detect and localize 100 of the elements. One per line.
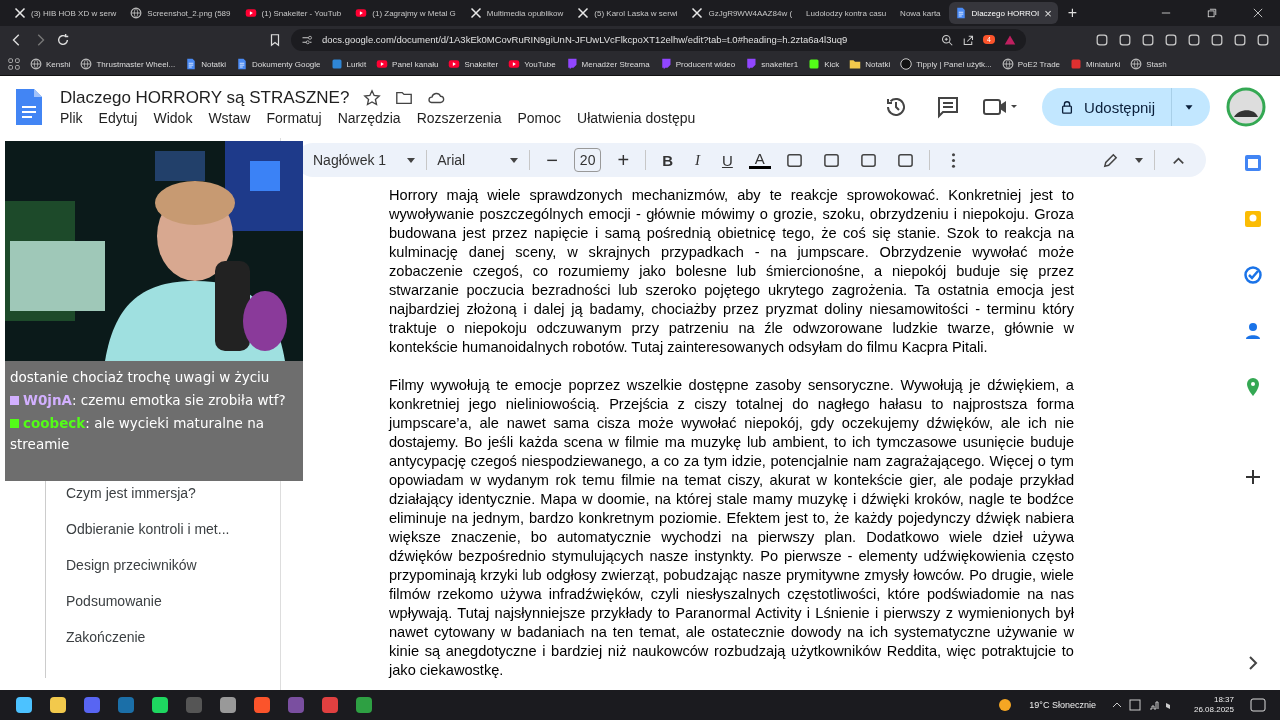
caret-icon[interactable] xyxy=(1134,155,1144,165)
chat-message: dostanie chociaż trochę uwagi w życiu xyxy=(10,368,271,387)
zoom-icon[interactable] xyxy=(941,33,954,46)
menu-item[interactable]: Narzędzia xyxy=(337,110,401,126)
outline-item[interactable]: Podsumowanie xyxy=(66,592,280,610)
italic-button[interactable]: I xyxy=(688,151,706,169)
bookmark[interactable]: PoE2 Trade xyxy=(1001,58,1061,70)
bookmark[interactable]: YouTube xyxy=(508,58,556,70)
app-icon[interactable] xyxy=(14,695,34,715)
url-text: docs.google.com/document/d/1A3kEk0MCovRuRIN9giUnN-JFUwLVcFlkcpoXT12elhw/edit?tab=t.0#heading=h.2zta6a4l3uq9 xyxy=(322,34,848,45)
menu-item[interactable]: Plik xyxy=(60,110,83,126)
browser-tab[interactable]: GzJgR9WW4AAZ84w ( xyxy=(685,2,799,24)
bookmark[interactable]: Panel kanału xyxy=(376,58,439,70)
settings-icon xyxy=(301,33,313,46)
browser-tab[interactable]: (1) Snakeiter - YouTub xyxy=(238,2,348,24)
menu-item[interactable]: Pomoc xyxy=(517,110,562,126)
browser-tab[interactable]: (5) Karol Laska w serwi xyxy=(571,2,684,24)
bookmark[interactable]: Snakeiter xyxy=(448,58,499,70)
bookmark[interactable]: Notatki xyxy=(849,58,891,70)
folder-icon[interactable] xyxy=(395,89,414,107)
bookmark[interactable]: Stash xyxy=(1130,58,1167,70)
browser-tab[interactable]: Dlaczego HORROI × xyxy=(948,2,1058,24)
close-icon[interactable] xyxy=(1253,8,1263,18)
app-icon[interactable] xyxy=(354,695,374,715)
bookmark[interactable]: Dokumenty Google xyxy=(236,58,321,70)
document-title[interactable]: Dlaczego HORRORY są STRASZNE? xyxy=(60,88,350,108)
clock-time[interactable]: 18:37 xyxy=(1213,695,1234,705)
square-icon xyxy=(330,58,343,70)
outline-item[interactable]: Odbieranie kontroli i met... xyxy=(66,520,280,538)
bookmark[interactable]: Producent wideo xyxy=(659,58,736,70)
bookmark[interactable]: Tipply | Panel użytk... xyxy=(900,58,992,70)
font-dropdown[interactable]: Arial xyxy=(437,152,520,168)
font-size-field[interactable]: 20 xyxy=(573,148,602,172)
bookmark[interactable]: Miniaturki xyxy=(1070,58,1121,70)
menu-item[interactable]: Rozszerzenia xyxy=(416,110,502,126)
reload-icon[interactable] xyxy=(56,32,70,47)
app-icon[interactable] xyxy=(252,695,272,715)
play-icon xyxy=(355,7,368,19)
apps-icon[interactable] xyxy=(8,58,20,70)
browser-tab[interactable]: (1) Zagrajmy w Metal G xyxy=(349,2,462,24)
chat-message: coobeck: ale wycieki maturalne na streamie xyxy=(10,414,266,454)
globe-icon xyxy=(130,7,143,19)
browser-tab[interactable]: Nowa karta xyxy=(894,2,947,24)
menu-item[interactable]: Widok xyxy=(153,110,193,126)
bold-button[interactable]: B xyxy=(656,151,679,169)
bookmark[interactable]: Kenshi xyxy=(30,58,71,70)
x-logo-icon xyxy=(469,7,482,19)
notification-icon[interactable] xyxy=(1248,695,1268,715)
app-icon[interactable] xyxy=(218,695,238,715)
bookmark[interactable]: Lurkit xyxy=(330,58,367,70)
browser-tab[interactable]: Multimedia opublikow xyxy=(463,2,570,24)
document-icon[interactable] xyxy=(14,87,44,127)
menu-item[interactable]: Ułatwienia dostępu xyxy=(577,110,696,126)
app-icon[interactable] xyxy=(150,695,170,715)
x-logo-icon xyxy=(14,7,26,19)
share-icon[interactable] xyxy=(962,33,975,46)
browser-tab[interactable]: (3) HIB HOB XD w serw xyxy=(8,2,123,24)
underline-button[interactable]: U xyxy=(715,151,739,169)
text-color-button[interactable]: A xyxy=(748,151,771,169)
clock-date[interactable]: 26.08.2025 xyxy=(1193,705,1234,715)
bookmark-icon[interactable] xyxy=(268,32,282,47)
outline-item[interactable]: Zakończenie xyxy=(66,628,280,646)
restore-icon[interactable] xyxy=(1207,8,1217,18)
globe-icon xyxy=(1130,58,1143,70)
share-button[interactable]: Udostępnij xyxy=(1042,88,1210,126)
star-icon[interactable] xyxy=(363,89,382,107)
menu-item[interactable]: Edytuj xyxy=(98,110,138,126)
increase-size-button[interactable]: + xyxy=(611,148,636,172)
chat-bubble-icon xyxy=(565,58,578,70)
outline-item[interactable]: Design przeciwników xyxy=(66,556,280,574)
menu-item[interactable]: Wstaw xyxy=(208,110,251,126)
app-icon[interactable] xyxy=(48,695,68,715)
document-icon xyxy=(236,58,249,70)
check-circle-icon[interactable] xyxy=(1242,265,1263,285)
outline-item[interactable]: Czym jest immersja? xyxy=(66,484,280,502)
square-icon xyxy=(808,58,821,70)
browser-tab[interactable]: Screenshot_2.png (589 xyxy=(124,2,237,24)
document-icon xyxy=(954,7,967,19)
browser-tab[interactable]: Ludolodzy kontra casu xyxy=(800,2,893,24)
bookmark[interactable]: snakeiter1 xyxy=(745,58,799,70)
bookmark[interactable]: Kick xyxy=(808,58,840,70)
bookmark[interactable]: Thrustmaster Wheel... xyxy=(80,58,176,70)
avatar[interactable] xyxy=(1226,87,1266,127)
play-icon xyxy=(376,58,389,70)
close-icon[interactable]: × xyxy=(1044,5,1052,21)
bookmark[interactable]: Menadżer Streama xyxy=(565,58,650,70)
calendar-icon[interactable] xyxy=(1242,153,1263,173)
bookmark[interactable]: Notatki xyxy=(185,58,227,70)
triangle-icon[interactable] xyxy=(1004,33,1016,46)
new-tab-button[interactable]: + xyxy=(1059,4,1086,22)
menu-item[interactable]: Formatuj xyxy=(266,110,322,126)
pencil-icon[interactable] xyxy=(1102,151,1119,169)
lock-icon xyxy=(1060,100,1075,114)
decrease-size-button[interactable]: − xyxy=(540,148,564,172)
comment-icon[interactable] xyxy=(936,95,961,119)
paragraph: Horrory mają wiele sprawdzonych mechanizmów, aby te reakcje sprowokować. Konkretniej jest to wywoływanie poszczególnych emocji - głównie mówimy o grozie, szoku, obrzydzeniu i niepokoju. Groza budowana jest przez napięcie i samą pośrednią obietnicę tego, że coś się stanie. Szok to reakcja na kulminację danej sceny, w skrajnych przypadkach - na jumpscare. Obrzydzenie wywołać może zobaczenie czegoś, co rozumiemy jako bolesne lub śmiercionośne, a niepokój buduje się przez stwarzanie poczucia bezradności lub szeroko pojętego ukrytego zagrożenia. Ta ostatnia emocja jest najbardziej złożoną i dalej ją badamy, chociażby przez pryzmat doliny niesamowitości - terminu który traktuje o niepokoju odczuwanym przy patrzeniu na źle odwzorowane ludzkie twarze, głównie w kontekście humanoidalnych robotów. Tutaj zainteresowanych odsyłam do filmu Kacpra Pitali. xyxy=(389,186,1074,357)
paragraph: Filmy wywołują te emocje poprzez wszelkie dostępne zasoby sensoryczne. Wywołują je dźwiękiem, a konkretniej jego nieliniowością. Przejścia z ciszy totalnej do nagłego hałasu to najprostsza forma jumpscare’a, ale nawet sama cisza może wywołać niepokój, gdy oczekujemy dźwięków, ale ich nie dostajemy. Bo jeśli każda scena w filmie ma muzykę lub ambient, to ich tymczasowe usunięcie buduje antycypację czegoś niespodziewanego, a co za tym idzie, potencjalnie nam zagrażającego. Więcej o tym opowiadam w wydanym rok temu filmie na temat ciszy, akurat w kontekście gier, ale podaje przykład działający identycznie. Mapa w doomie, na której stale mamy muzykę i dźwięki kroków, nagle te bodźce eliminuje na jednym, bardzo konkretnym poziomie. Efektem jest to, że każdy pojedynczy dźwięk nabiera większe znaczenie, bo automatycznie wychodzi na pierwszy plan. Dodatkowo wiele dzieł używa dźwięków bezpośrednio stymulujących nasze instynkty. Po pierwsze - elementy udźwiękowienia często przypominają krzyki lub odgłosy zwierząt, pobudzając nasze prymitywne zmysły łowców. Po drugie, wiele filmów rzekomo używa infradźwięków, czyli niesłyszalnych częstotliwości, które podświadomie na nas wpływają. Tutaj najsłynniejsze przykłady to Paranormal Activity i Lśnienie i pierwszy z wymienionych był nawet cytowany w badaniach na ten temat, ale ostatecznie dowody na ich systematyczne używanie w kinie są anegdotyczne i bardziej niż naukowców rozbudzają użytkowników Reddita, więc potraktujcie to jako ciekawostkę. xyxy=(389,376,1074,680)
document-icon xyxy=(185,58,198,70)
style-dropdown[interactable]: Nagłówek 1 xyxy=(313,152,417,168)
weather-text[interactable]: 19°C Słonecznie xyxy=(1029,700,1096,710)
